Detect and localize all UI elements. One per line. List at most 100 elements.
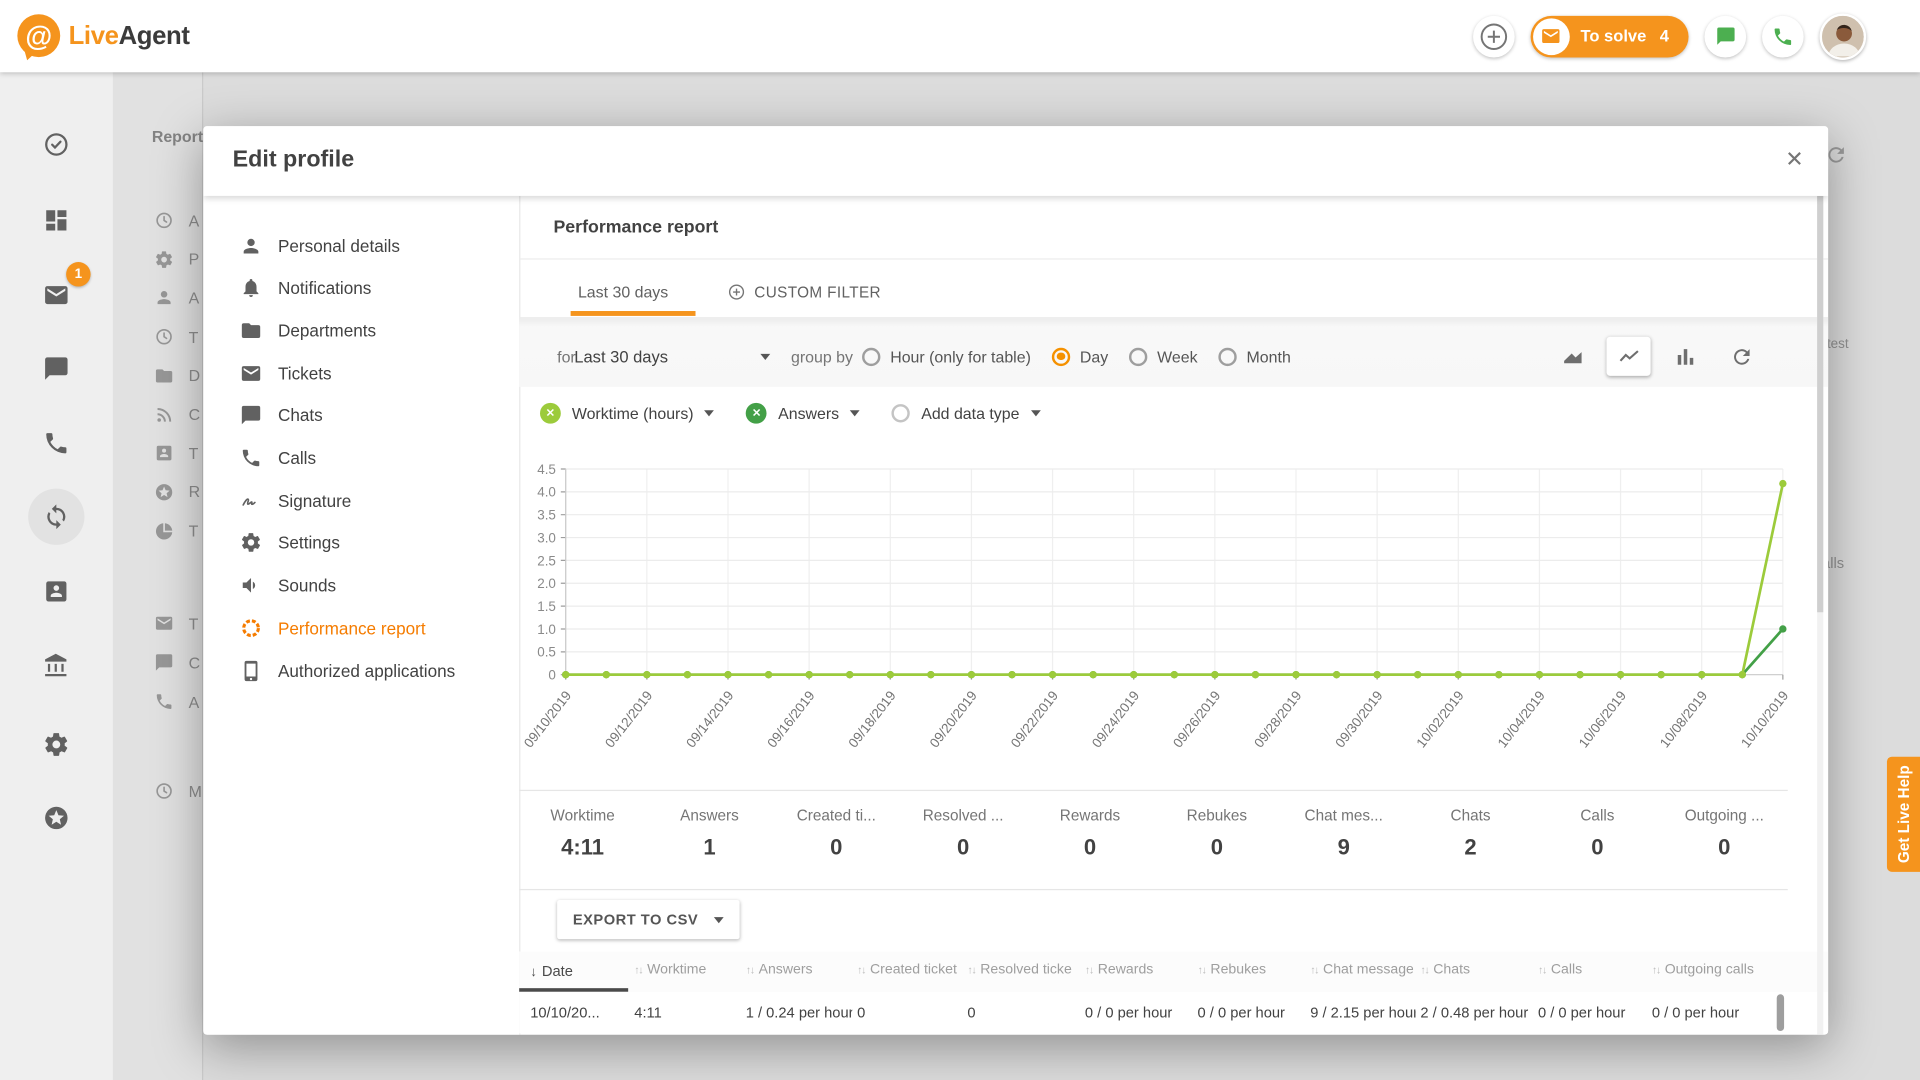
group-by-week[interactable]: Week	[1129, 347, 1198, 365]
chat-icon	[1715, 26, 1736, 47]
table-cell: 0 / 0 per hour	[1652, 1004, 1776, 1021]
person-icon	[240, 234, 262, 256]
profile-menu-item-signature[interactable]: Signature	[203, 479, 519, 522]
divider	[519, 258, 1828, 259]
profile-menu-item-notifications[interactable]: Notifications	[203, 267, 519, 310]
column-header-created-ticket[interactable]: ↑↓Created ticket	[857, 962, 960, 977]
table-cell: 0 / 0 per hour	[1085, 1004, 1193, 1021]
to-solve-button[interactable]: To solve 4	[1530, 15, 1688, 57]
topbar-actions: To solve 4	[1473, 13, 1866, 60]
profile-menu: Personal detailsNotificationsDepartments…	[203, 196, 519, 1035]
radio-icon	[1218, 347, 1236, 365]
data-type-chip[interactable]: ✕Worktime (hours)	[540, 402, 714, 423]
avatar-image	[1822, 15, 1866, 59]
chevron-down-icon	[850, 410, 860, 416]
bar-chart-button[interactable]	[1663, 337, 1707, 376]
empty-radio-icon[interactable]	[892, 403, 910, 421]
speaker-icon	[240, 574, 262, 596]
report-table-row[interactable]: 10/10/20...4:111 / 0.24 per hour000 / 0 …	[519, 992, 1828, 1034]
sort-icon: ↑↓	[1420, 964, 1428, 976]
profile-menu-item-performance-report[interactable]: Performance report	[203, 606, 519, 649]
group-by-month[interactable]: Month	[1218, 347, 1290, 365]
sidebar-item-contact-card[interactable]	[0, 578, 113, 605]
svg-text:09/20/2019: 09/20/2019	[927, 688, 980, 750]
user-avatar[interactable]	[1820, 13, 1867, 60]
refresh-button[interactable]	[1719, 337, 1763, 376]
profile-menu-item-authorized-applications[interactable]: Authorized applications	[203, 649, 519, 692]
sidebar-item-bank[interactable]	[0, 653, 113, 680]
sidebar-item-mail[interactable]	[0, 282, 113, 309]
sidebar-item-check-circle[interactable]	[0, 131, 113, 158]
export-to-csv-button[interactable]: EXPORT TO CSV	[557, 900, 739, 939]
column-header-date[interactable]: ↓Date	[530, 962, 627, 979]
brand-live: Live	[69, 21, 119, 49]
sidebar-item-sync[interactable]	[0, 503, 113, 530]
column-header-chats[interactable]: ↑↓Chats	[1420, 962, 1530, 977]
svg-text:2.0: 2.0	[537, 576, 556, 591]
bell-icon	[240, 277, 262, 299]
sidebar-item-dashboard[interactable]	[0, 207, 113, 234]
svg-text:10/10/2019: 10/10/2019	[1738, 688, 1788, 750]
table-scrollbar-thumb[interactable]	[1777, 994, 1784, 1031]
profile-menu-item-calls[interactable]: Calls	[203, 437, 519, 480]
mail-icon	[240, 362, 262, 384]
column-header-worktime[interactable]: ↑↓Worktime	[634, 962, 738, 977]
tab-last-30-days[interactable]: Last 30 days	[578, 283, 668, 301]
get-live-help-tab[interactable]: Get Live Help	[1887, 757, 1920, 872]
modal-header: Edit profile ✕	[203, 126, 1828, 196]
remove-icon[interactable]: ✕	[746, 402, 767, 423]
unread-badge: 1	[66, 262, 90, 286]
svg-text:3.5: 3.5	[537, 508, 556, 523]
calls-button[interactable]	[1762, 15, 1804, 57]
chats-icon	[43, 355, 70, 382]
column-header-rewards[interactable]: ↑↓Rewards	[1085, 962, 1190, 977]
profile-menu-item-chats[interactable]: Chats	[203, 394, 519, 437]
sort-icon: ↑↓	[1652, 964, 1660, 976]
line-chart-button[interactable]	[1607, 337, 1651, 376]
sidebar-item-gear[interactable]	[0, 731, 113, 758]
column-header-outgoing-calls[interactable]: ↑↓Outgoing calls	[1652, 962, 1773, 977]
column-header-calls[interactable]: ↑↓Calls	[1538, 962, 1645, 977]
sidebar-item-star-circle[interactable]	[0, 804, 113, 831]
profile-menu-item-sounds[interactable]: Sounds	[203, 564, 519, 607]
data-type-chip[interactable]: ✕Answers	[746, 402, 860, 423]
sort-icon: ↑↓	[746, 964, 754, 976]
column-header-rebukes[interactable]: ↑↓Rebukes	[1198, 962, 1303, 977]
sidebar-item-phone[interactable]	[0, 430, 113, 457]
column-header-answers[interactable]: ↑↓Answers	[746, 962, 850, 977]
table-cell: 10/10/20...	[530, 1004, 629, 1021]
profile-menu-item-departments[interactable]: Departments	[203, 309, 519, 352]
modal-scrollbar-thumb[interactable]	[1817, 196, 1823, 612]
column-header-resolved-ticke[interactable]: ↑↓Resolved ticke	[967, 962, 1077, 977]
sidebar-item-chat[interactable]	[0, 355, 113, 382]
create-new-button[interactable]	[1473, 15, 1515, 57]
chevron-down-icon	[760, 353, 770, 359]
close-icon[interactable]: ✕	[1785, 147, 1803, 173]
group-by-day[interactable]: Day	[1052, 347, 1108, 365]
settings-gear-icon	[43, 731, 70, 758]
remove-icon[interactable]: ✕	[540, 402, 561, 423]
profile-menu-item-settings[interactable]: Settings	[203, 521, 519, 564]
chats-button[interactable]	[1704, 15, 1746, 57]
area-chart-button[interactable]	[1550, 337, 1594, 376]
date-range-select[interactable]: Last 30 days	[574, 339, 770, 373]
svg-text:09/26/2019: 09/26/2019	[1170, 688, 1223, 750]
chat-icon	[240, 404, 262, 426]
add-data-type-chip[interactable]: Add data type	[892, 403, 1040, 421]
svg-text:@: @	[25, 20, 52, 51]
liveagent-logo[interactable]: @ LiveAgent	[12, 12, 189, 61]
tickets-mail-icon	[43, 282, 70, 309]
stat-rebukes: Rebukes0	[1153, 791, 1280, 889]
company-icon	[43, 653, 70, 680]
profile-menu-item-personal-details[interactable]: Personal details	[203, 224, 519, 267]
svg-text:09/24/2019: 09/24/2019	[1089, 688, 1142, 750]
app-stage: Reports APATDCTRTTCAM test alls @ LiveAg…	[0, 0, 1920, 1080]
group-by-hour[interactable]: Hour (only for table)	[862, 347, 1031, 365]
svg-text:09/28/2019: 09/28/2019	[1251, 688, 1304, 750]
svg-text:2.5: 2.5	[537, 553, 556, 568]
profile-menu-item-tickets[interactable]: Tickets	[203, 352, 519, 395]
sort-icon: ↑↓	[1198, 964, 1206, 976]
tab-custom-filter[interactable]: CUSTOM FILTER	[727, 283, 881, 301]
stat-chats: Chats2	[1407, 791, 1534, 889]
column-header-chat-message[interactable]: ↑↓Chat message	[1310, 962, 1413, 977]
